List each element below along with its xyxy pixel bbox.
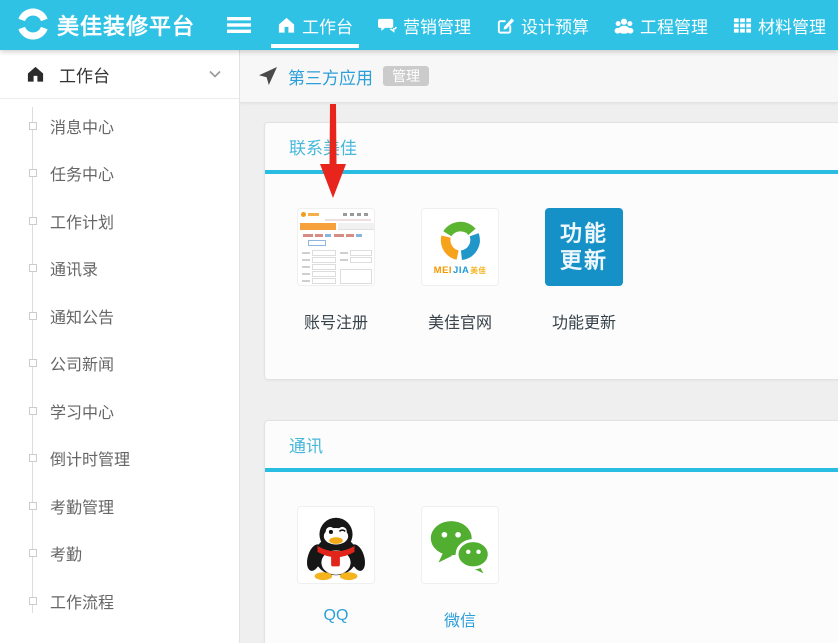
- manage-badge: 管理: [383, 66, 429, 86]
- sidebar-submenu: 消息中心 任务中心 工作计划 通讯录 通知公告 公司新闻 学习中心 倒计时管理 …: [0, 99, 239, 625]
- sidebar-item-label: 工作流程: [50, 589, 114, 613]
- nav-label: 营销管理: [403, 13, 471, 38]
- sidebar-item-label: 公司新闻: [50, 351, 114, 375]
- sidebar-item-label: 消息中心: [50, 114, 114, 138]
- panel-body: QQ 微信: [265, 472, 838, 643]
- sidebar-item-task-center[interactable]: 任务中心: [0, 150, 239, 198]
- feature-update-tile: 功能 更新: [545, 208, 623, 286]
- top-header: 美佳装修平台 工作台 营销管理: [0, 0, 838, 50]
- nav-label: 材料管理: [758, 13, 826, 38]
- wechat-icon: [421, 506, 499, 584]
- sidebar-item-notice[interactable]: 通知公告: [0, 292, 239, 340]
- breadcrumb: 第三方应用 管理: [240, 50, 838, 103]
- panel-title: 联系美佳: [265, 123, 838, 170]
- app-feature-updates[interactable]: 功能 更新 功能更新: [545, 208, 623, 333]
- sidebar-item-learning-center[interactable]: 学习中心: [0, 387, 239, 435]
- chat-icon: [378, 16, 397, 35]
- brand-title: 美佳装修平台: [57, 9, 195, 41]
- nav-marketing[interactable]: 营销管理: [378, 0, 471, 50]
- sidebar-item-label: 工作计划: [50, 209, 114, 233]
- main-nav: 工作台 营销管理 设计预算: [277, 0, 826, 50]
- sidebar-item-label: 考勤: [50, 541, 82, 565]
- sidebar-item-workflow[interactable]: 工作流程: [0, 577, 239, 625]
- sidebar-item-work-plan[interactable]: 工作计划: [0, 197, 239, 245]
- users-icon: [614, 16, 634, 35]
- sidebar-item-label: 通讯录: [50, 256, 98, 280]
- nav-workbench[interactable]: 工作台: [277, 0, 353, 50]
- annotation-red-arrow: [320, 104, 346, 198]
- sidebar: 工作台 消息中心 任务中心 工作计划 通讯录 通知公告 公司新闻 学习中心 倒计…: [0, 50, 240, 643]
- sidebar-item-contacts[interactable]: 通讯录: [0, 245, 239, 293]
- sidebar-item-label: 学习中心: [50, 399, 114, 423]
- app-meijia-website[interactable]: MEIJIA美佳 美佳官网: [421, 208, 499, 333]
- brand-swirl-icon: [14, 6, 52, 44]
- home-icon: [26, 65, 45, 84]
- app-label: 账号注册: [304, 309, 368, 333]
- sidebar-item-company-news[interactable]: 公司新闻: [0, 340, 239, 388]
- grid-icon: [733, 16, 752, 35]
- edit-icon: [496, 16, 515, 35]
- breadcrumb-title[interactable]: 第三方应用: [288, 64, 373, 89]
- sidebar-item-label: 考勤管理: [50, 494, 114, 518]
- qq-penguin-icon: [297, 506, 375, 584]
- meijia-wordmark: MEIJIA美佳: [434, 265, 487, 276]
- app-label: 功能更新: [552, 309, 616, 333]
- app-wechat[interactable]: 微信: [421, 506, 499, 631]
- brand-logo[interactable]: 美佳装修平台: [0, 6, 195, 44]
- sidebar-item-attendance-mgmt[interactable]: 考勤管理: [0, 482, 239, 530]
- app-label: 微信: [444, 607, 476, 631]
- sidebar-item-label: 通知公告: [50, 304, 114, 328]
- nav-label: 工程管理: [640, 13, 708, 38]
- meijia-swirl-icon: [438, 218, 482, 262]
- panel-body: 账号注册 MEIJIA美佳 美佳官网: [265, 174, 838, 379]
- home-icon: [277, 16, 296, 35]
- sidebar-root-label: 工作台: [59, 62, 110, 87]
- location-arrow-icon: [258, 66, 278, 86]
- nav-design-budget[interactable]: 设计预算: [496, 0, 589, 50]
- meijia-logo: MEIJIA美佳: [421, 208, 499, 286]
- nav-label: 设计预算: [521, 13, 589, 38]
- sidebar-item-countdown[interactable]: 倒计时管理: [0, 435, 239, 483]
- panel-communication: 通讯: [264, 420, 838, 643]
- sidebar-item-attendance[interactable]: 考勤: [0, 530, 239, 578]
- register-form-thumbnail: [297, 208, 375, 286]
- sidebar-item-label: 任务中心: [50, 161, 114, 185]
- hamburger-menu-icon[interactable]: [227, 16, 251, 34]
- nav-engineering[interactable]: 工程管理: [614, 0, 708, 50]
- app-account-register[interactable]: 账号注册: [297, 208, 375, 333]
- panel-contact-meijia: 联系美佳: [264, 122, 838, 380]
- register-thumbnail-mock: [298, 209, 374, 285]
- app-label: QQ: [324, 607, 349, 625]
- sidebar-item-message-center[interactable]: 消息中心: [0, 102, 239, 150]
- panel-title: 通讯: [265, 421, 838, 468]
- app-qq[interactable]: QQ: [297, 506, 375, 631]
- nav-materials[interactable]: 材料管理: [733, 0, 826, 50]
- sidebar-item-workbench[interactable]: 工作台: [0, 50, 239, 99]
- chevron-down-icon: [209, 70, 221, 78]
- nav-label: 工作台: [302, 13, 353, 38]
- app-label: 美佳官网: [428, 309, 492, 333]
- sidebar-item-label: 倒计时管理: [50, 446, 130, 470]
